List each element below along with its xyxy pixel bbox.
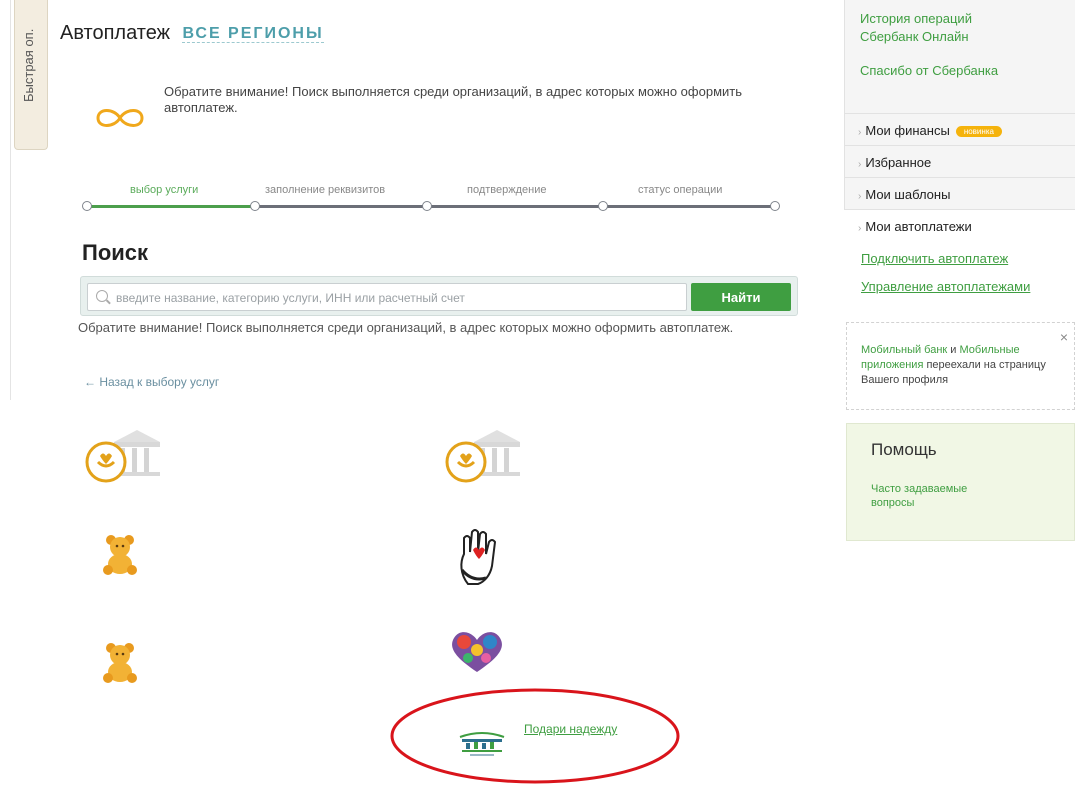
regions-selector[interactable]: ВСЕ РЕГИОНЫ <box>182 24 324 43</box>
search-input[interactable] <box>114 288 678 308</box>
search-icon <box>96 290 108 302</box>
mobile-bank-link[interactable]: Мобильный банк <box>861 344 947 356</box>
history-link[interactable]: История операций Сбербанк Онлайн <box>860 10 1030 46</box>
autopay-infinity-icon <box>96 109 144 127</box>
chevron-right-icon: › <box>858 191 862 202</box>
notice-message: Мобильный банк и Мобильные приложения пе… <box>861 343 1051 388</box>
quick-tab-label: Быстрая оп. <box>21 28 36 102</box>
teddy-bear-icon[interactable] <box>100 532 140 576</box>
search-note: Обратите внимание! Поиск выполняется сре… <box>78 320 734 335</box>
chevron-down-icon: › <box>858 223 862 234</box>
step-node <box>422 201 432 211</box>
menu-favorites[interactable]: › Избранное <box>844 145 1075 177</box>
chevron-right-icon: › <box>858 127 862 138</box>
step-node <box>82 201 92 211</box>
close-icon[interactable]: × <box>1060 329 1068 345</box>
step-node <box>598 201 608 211</box>
page-title: Автоплатеж <box>60 22 170 44</box>
manage-autopay-link[interactable]: Управление автоплатежами <box>861 279 1030 294</box>
menu-label: Избранное <box>865 155 932 170</box>
notice-text: Обратите внимание! Поиск выполняется сре… <box>164 84 742 115</box>
quick-operations-tab[interactable]: Быстрая оп. <box>14 0 48 150</box>
charity-bank-logo-icon[interactable] <box>444 428 524 488</box>
page-edge <box>0 0 11 400</box>
help-box: Помощь Часто задаваемые вопросы <box>846 423 1075 541</box>
red-annotation-ellipse <box>390 688 680 784</box>
step-confirmation: подтверждение <box>467 184 547 196</box>
help-title: Помощь <box>871 440 937 459</box>
page-header: Автоплатеж ВСЕ РЕГИОНЫ <box>60 22 324 48</box>
step-node <box>770 201 780 211</box>
faq-link[interactable]: Часто задаваемые вопросы <box>871 482 981 510</box>
step-track-pending <box>254 205 774 208</box>
menu-my-templates[interactable]: › Мои шаблоны <box>844 177 1075 209</box>
step-select-service: выбор услуги <box>130 184 199 196</box>
menu-label: Мои автоплатежи <box>865 219 972 234</box>
menu-label: Мои шаблоны <box>865 187 951 202</box>
chevron-right-icon: › <box>858 159 862 170</box>
charity-bank-logo-icon[interactable] <box>84 428 164 488</box>
helping-hand-icon[interactable] <box>454 526 504 588</box>
teddy-bear-icon[interactable] <box>100 640 140 684</box>
step-operation-status: статус операции <box>638 184 723 196</box>
connect-autopay-link[interactable]: Подключить автоплатеж <box>861 251 1008 266</box>
step-track-done <box>86 205 254 208</box>
new-badge: новинка <box>955 126 1002 138</box>
step-node <box>250 201 260 211</box>
back-to-services-link[interactable]: ← Назад к выбору услуг <box>84 375 219 389</box>
menu-my-finances[interactable]: › Мои финансы новинка <box>844 113 1075 145</box>
spasibo-link[interactable]: Спасибо от Сбербанка <box>860 62 998 80</box>
colorful-heart-logo-icon[interactable] <box>446 628 508 674</box>
find-button[interactable]: Найти <box>691 283 791 311</box>
search-title: Поиск <box>82 240 149 265</box>
notice-text-part: и <box>947 344 960 356</box>
menu-label: Мои финансы <box>865 123 950 138</box>
step-fill-details: заполнение реквизитов <box>265 184 386 196</box>
profile-moved-notice: × Мобильный банк и Мобильные приложения … <box>846 322 1075 410</box>
search-field-wrapper <box>87 283 687 311</box>
search-bar: Найти <box>80 276 798 316</box>
progress-stepper: выбор услуги заполнение реквизитов подтв… <box>82 178 782 218</box>
